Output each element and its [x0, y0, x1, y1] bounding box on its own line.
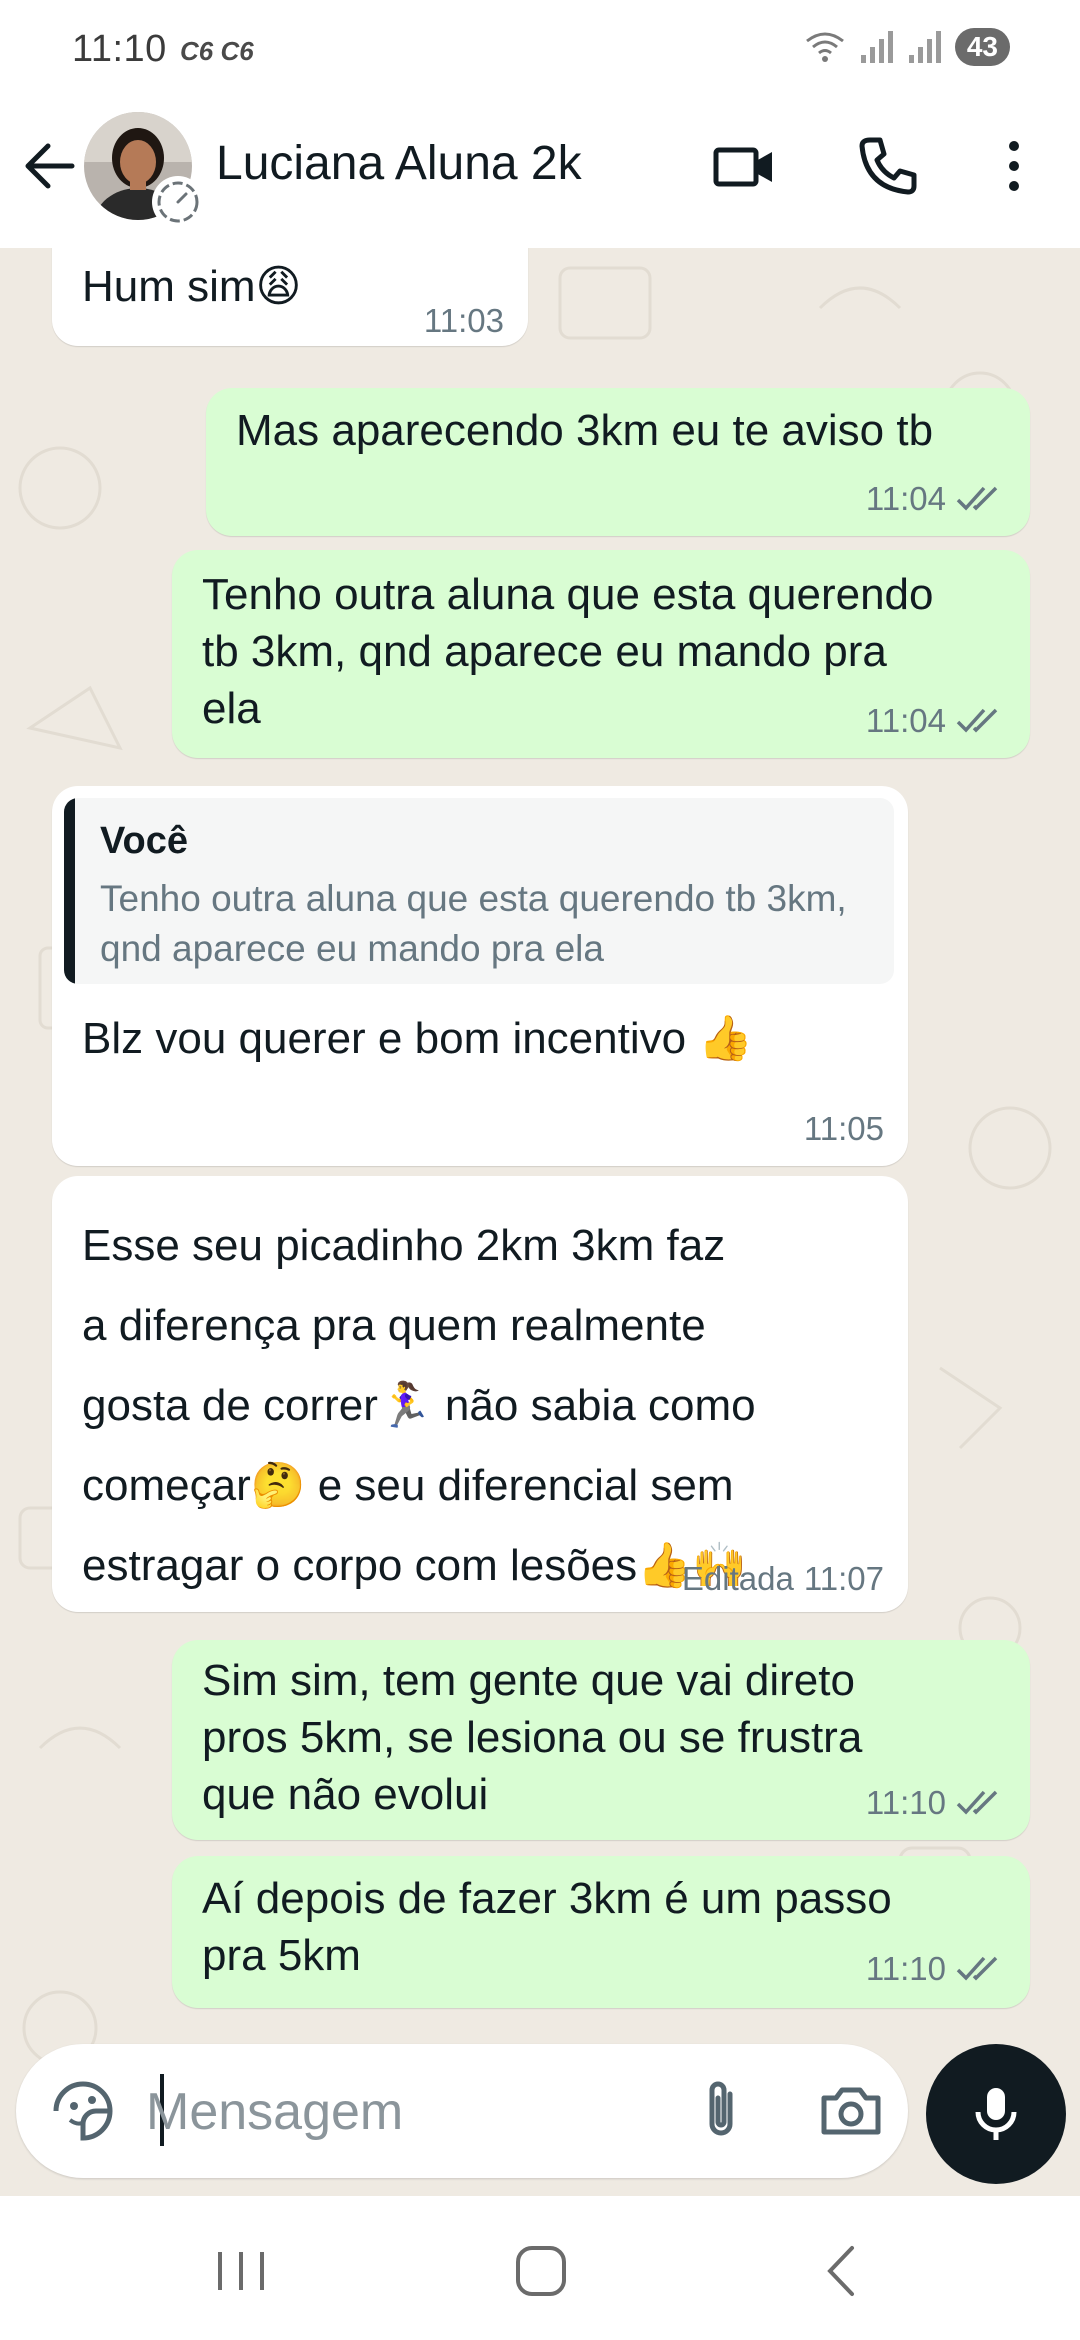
message-meta: 11:04 — [866, 702, 1006, 740]
message-bubble-incoming[interactable]: Esse seu picadinho 2km 3km faz a diferen… — [52, 1176, 908, 1612]
message-meta: 11:04 — [866, 480, 1006, 518]
voice-message-button[interactable] — [926, 2044, 1066, 2184]
message-text: Sim sim, tem gente que vai direto pros 5… — [202, 1656, 863, 1819]
voice-call-icon[interactable] — [852, 130, 924, 202]
read-receipt-icon — [956, 708, 998, 733]
message-time: 11:04 — [865, 480, 946, 517]
battery-icon: 43 — [954, 28, 1010, 66]
message-meta: 11:03 — [424, 302, 504, 340]
message-time: 11:07 — [803, 1560, 884, 1597]
wifi-icon — [805, 32, 844, 62]
recent-apps-icon[interactable] — [206, 2236, 276, 2306]
quoted-message[interactable]: Você Tenho outra aluna que esta querendo… — [64, 798, 894, 984]
message-time: 11:05 — [803, 1110, 884, 1147]
message-text: Esse seu picadinho 2km 3km faz a diferen… — [82, 1221, 756, 1590]
message-text: Blz vou querer e bom incentivo 👍 — [82, 1014, 754, 1063]
message-meta: 11:10 — [866, 1784, 1006, 1822]
status-time: 11:10 — [72, 28, 167, 70]
message-text: Tenho outra aluna que esta querendo tb 3… — [202, 570, 934, 733]
back-arrow-icon[interactable] — [18, 134, 82, 198]
message-meta: Editada 11:07 — [682, 1560, 884, 1598]
message-text: Aí depois de fazer 3km é um passo pra 5k… — [202, 1874, 892, 1980]
read-receipt-icon — [956, 486, 998, 511]
message-time: 11:03 — [423, 302, 504, 339]
status-update-icon — [152, 176, 204, 228]
sticker-icon[interactable] — [46, 2074, 120, 2148]
message-meta: 11:10 — [866, 1950, 1006, 1988]
contact-name[interactable]: Luciana Aluna 2k — [216, 136, 582, 191]
signal-icon — [860, 31, 893, 63]
message-input[interactable] — [144, 2072, 668, 2152]
quote-accent-bar — [64, 798, 75, 984]
carrier-label: C6 C6 — [180, 36, 254, 66]
attach-icon[interactable] — [686, 2076, 756, 2146]
read-receipt-icon — [956, 1790, 998, 1815]
mic-icon — [975, 2088, 1017, 2140]
read-receipt-icon — [956, 1956, 998, 1981]
message-time: 11:10 — [865, 1950, 946, 1987]
message-time: 11:04 — [865, 702, 946, 739]
home-icon[interactable] — [506, 2236, 576, 2306]
status-icons: 43 — [803, 28, 1010, 66]
status-bar: 11:10 C6 C6 43 — [0, 0, 1080, 100]
camera-icon[interactable] — [814, 2074, 888, 2148]
message-bubble-outgoing[interactable]: Sim sim, tem gente que vai direto pros 5… — [172, 1640, 1030, 1840]
chat-area[interactable]: Hum sim😩 11:03 Mas aparecendo 3km eu te … — [0, 248, 1080, 2196]
quote-author: Você — [100, 820, 189, 862]
message-bubble-outgoing[interactable]: Tenho outra aluna que esta querendo tb 3… — [172, 550, 1030, 758]
message-bubble-outgoing[interactable]: Aí depois de fazer 3km é um passo pra 5k… — [172, 1856, 1030, 2008]
message-bubble-outgoing[interactable]: Mas aparecendo 3km eu te aviso tb 11:04 — [206, 388, 1030, 536]
quote-text: Tenho outra aluna que esta querendo tb 3… — [100, 878, 847, 969]
video-call-icon[interactable] — [708, 130, 780, 202]
message-text: Mas aparecendo 3km eu te aviso tb — [236, 406, 934, 455]
edited-label: Editada — [681, 1560, 794, 1597]
more-options-icon[interactable] — [978, 130, 1050, 202]
chat-header: Luciana Aluna 2k — [0, 100, 1080, 248]
message-meta: 11:05 — [804, 1110, 884, 1148]
message-bubble-incoming[interactable]: Hum sim😩 11:03 — [52, 248, 528, 346]
system-nav-bar — [0, 2196, 1080, 2340]
message-text: Hum sim😩 — [82, 262, 302, 311]
nav-back-icon[interactable] — [808, 2236, 878, 2306]
message-bubble-incoming[interactable]: Você Tenho outra aluna que esta querendo… — [52, 786, 908, 1166]
message-composer — [16, 2044, 908, 2178]
whatsapp-chat-screen: 11:10 C6 C6 43 Luciana Aluna 2k Hum sim😩… — [0, 0, 1080, 2340]
signal-icon — [908, 31, 941, 63]
message-time: 11:10 — [865, 1784, 946, 1821]
